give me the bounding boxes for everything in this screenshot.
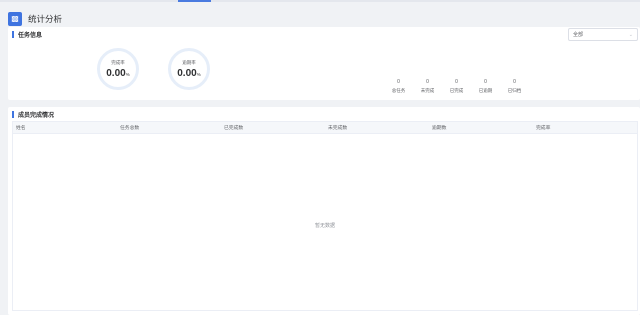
stat-overdue: 0 已逾期: [471, 79, 500, 94]
stat-value: 0: [397, 79, 400, 85]
stat-label: 未完成: [420, 88, 435, 93]
top-tab-bar: [0, 0, 640, 2]
stat-value: 0: [455, 79, 458, 85]
column-header-completed[interactable]: 已完成数: [221, 124, 325, 131]
chevron-down-icon: ⌄: [628, 31, 633, 38]
member-table: 姓名 任务总数 已完成数 未完成数 逾期数 完成率 暂无数据: [12, 121, 638, 311]
ring-value: 0.00%: [106, 67, 130, 79]
table-header: 姓名 任务总数 已完成数 未完成数 逾期数 完成率: [13, 122, 637, 134]
ring-value: 0.00%: [177, 67, 201, 79]
stat-total: 0 总任务: [384, 79, 413, 94]
task-overview-card: 任务信息 全部 ⌄ 完成率 0.00% 逾期率 0.00% 0 总任务 0 未完…: [8, 27, 640, 100]
scope-filter-value: 全部: [573, 32, 584, 38]
stat-value: 0: [426, 79, 429, 85]
task-stats: 0 总任务 0 未完成 0 已完成 0 已逾期 0 已归档: [384, 79, 529, 94]
column-header-incomplete[interactable]: 未完成数: [325, 124, 429, 131]
column-header-name[interactable]: 姓名: [13, 124, 117, 131]
stat-label: 总任务: [391, 88, 406, 93]
stat-archived: 0 已归档: [500, 79, 529, 94]
column-header-overdue[interactable]: 逾期数: [429, 124, 533, 131]
stat-completed: 0 已完成: [442, 79, 471, 94]
section-marker: [12, 111, 14, 118]
completion-rate-ring: 完成率 0.00%: [97, 48, 139, 90]
stat-label: 已逾期: [478, 88, 493, 93]
active-tab-indicator: [178, 0, 211, 2]
stat-label: 已归档: [507, 88, 522, 93]
page-header: ▩ 统计分析: [8, 10, 62, 28]
column-header-rate[interactable]: 完成率: [533, 124, 637, 131]
stat-value: 0: [484, 79, 487, 85]
member-completion-card: 成员完成情况 姓名 任务总数 已完成数 未完成数 逾期数 完成率 暂无数据: [8, 107, 640, 315]
ring-label: 完成率: [111, 59, 125, 65]
page-title: 统计分析: [28, 14, 63, 24]
scope-filter-select[interactable]: 全部 ⌄: [568, 28, 638, 41]
section-title-text: 成员完成情况: [18, 113, 55, 119]
stat-value: 0: [513, 79, 516, 85]
column-header-total[interactable]: 任务总数: [117, 124, 221, 131]
stat-incomplete: 0 未完成: [413, 79, 442, 94]
chart-icon: ▩: [8, 12, 22, 26]
overdue-rate-ring: 逾期率 0.00%: [168, 48, 210, 90]
empty-state-text: 暂无数据: [314, 223, 335, 229]
section-title-task-info: 任务信息: [12, 30, 42, 39]
stat-label: 已完成: [449, 88, 464, 93]
ring-label: 逾期率: [182, 59, 196, 65]
section-title-text: 任务信息: [18, 33, 43, 39]
section-title-members: 成员完成情况: [12, 110, 54, 119]
section-marker: [12, 31, 14, 38]
